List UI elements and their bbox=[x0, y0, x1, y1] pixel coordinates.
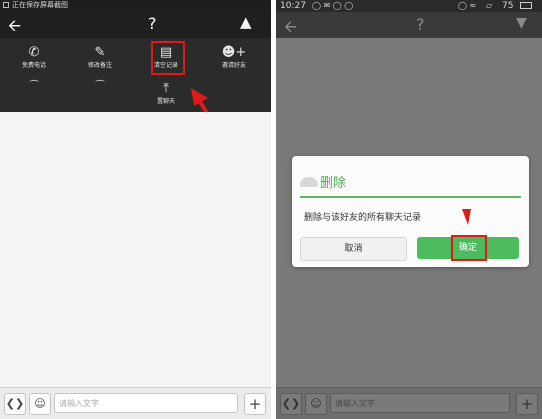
chat-title-right: ? bbox=[416, 15, 425, 34]
battery-icon bbox=[520, 2, 532, 9]
phone-screen-right: 10:27 ◯ ✉ ◯ ◯ ◯ ≈ ▱ 75 🡨 ? ▼ ❮❯ ☺ 请输入文字 … bbox=[276, 0, 542, 419]
menu-item-invite-friends[interactable]: ☻+ 邀请好友 bbox=[202, 46, 266, 70]
status-text: 正在保存屏幕截图 bbox=[12, 1, 68, 9]
chat-message-area[interactable] bbox=[0, 112, 271, 388]
app-logo-icon bbox=[300, 177, 318, 187]
input-bar: ❮❯ ☺ 请输入文字 + bbox=[0, 387, 271, 419]
highlight-box-clear-history bbox=[151, 41, 185, 75]
emoji-icon: ☺ bbox=[305, 393, 327, 415]
message-input: 请输入文字 bbox=[330, 393, 510, 413]
wifi-icon: ◯ ≈ bbox=[458, 1, 477, 10]
title-bar-right: 🡨 ? ▼ bbox=[276, 12, 542, 38]
notification-icons: ◯ ✉ ◯ ◯ bbox=[312, 1, 354, 10]
dialog-message: 删除与该好友的所有聊天记录 bbox=[304, 213, 422, 223]
plus-icon[interactable]: + bbox=[244, 393, 266, 415]
collapse-menu-icon[interactable]: ▲ bbox=[240, 13, 252, 31]
add-friends-icon: ☻+ bbox=[221, 45, 247, 60]
input-bar-right: ❮❯ ☺ 请输入文字 + bbox=[276, 387, 542, 419]
message-input[interactable]: 请输入文字 bbox=[54, 393, 238, 413]
dialog-divider bbox=[300, 196, 521, 198]
contact-icon: ⁀ bbox=[29, 81, 39, 92]
title-bar: 🡨 ? ▲ bbox=[0, 11, 271, 38]
pointer-arrow-icon bbox=[462, 209, 471, 225]
emoji-icon[interactable]: ☺ bbox=[29, 393, 51, 415]
bell-icon: ⁀ bbox=[95, 81, 105, 92]
status-time: 10:27 bbox=[280, 1, 306, 11]
cancel-button[interactable]: 取消 bbox=[300, 237, 407, 261]
chat-title: ? bbox=[148, 14, 157, 33]
dialog-title: 删除 bbox=[320, 176, 347, 191]
signal-icon: ▱ bbox=[486, 1, 493, 10]
voice-toggle-icon[interactable]: ❮❯ bbox=[4, 393, 26, 415]
screenshot-icon bbox=[3, 2, 9, 8]
battery-level: 75 bbox=[502, 1, 514, 11]
status-bar: 正在保存屏幕截图 bbox=[0, 0, 271, 11]
delete-confirm-dialog: 删除 删除与该好友的所有聊天记录 取消 确定 bbox=[292, 156, 529, 267]
chat-menu-panel: ✆ 免费电话 ✎ 修改备注 ▤ 清空记录 ☻+ 邀请好友 ⁀ ⁀ ⤒ 置聊天 bbox=[0, 38, 271, 112]
status-bar-right: 10:27 ◯ ✉ ◯ ◯ ◯ ≈ ▱ 75 bbox=[276, 0, 542, 12]
highlight-box-confirm bbox=[451, 235, 487, 261]
phone-screen-left: 正在保存屏幕截图 🡨 ? ▲ ✆ 免费电话 ✎ 修改备注 ▤ 清空记录 ☻+ 邀… bbox=[0, 0, 271, 419]
phone-icon: ✆ bbox=[28, 45, 40, 60]
menu-item-edit-remark[interactable]: ✎ 修改备注 bbox=[68, 46, 132, 70]
plus-icon: + bbox=[516, 393, 538, 415]
expand-menu-icon[interactable]: ▼ bbox=[516, 15, 527, 31]
menu-item-free-call[interactable]: ✆ 免费电话 bbox=[2, 46, 66, 70]
menu-item-contact[interactable]: ⁀ bbox=[2, 80, 66, 94]
edit-icon: ✎ bbox=[94, 45, 106, 60]
voice-toggle-icon: ❮❯ bbox=[280, 393, 302, 415]
menu-item-notify[interactable]: ⁀ bbox=[68, 80, 132, 94]
